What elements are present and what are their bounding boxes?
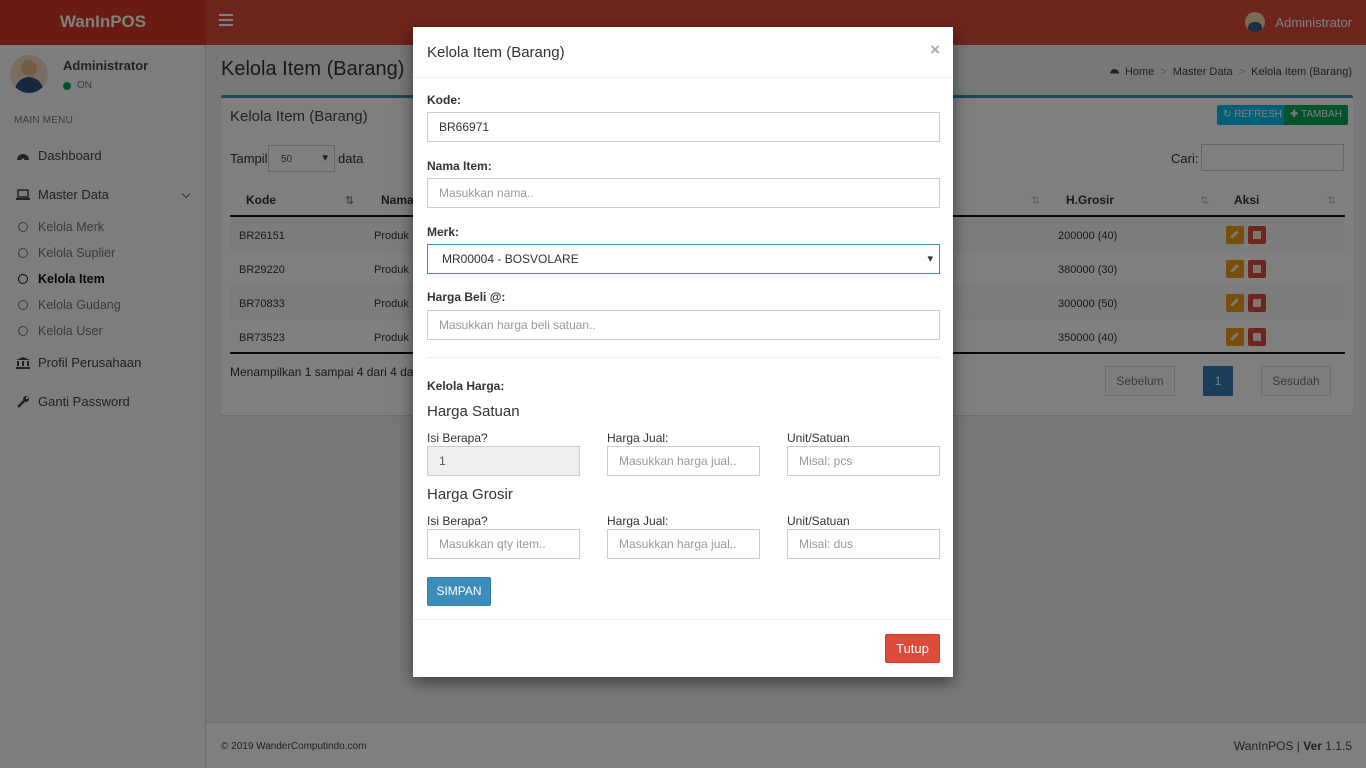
kelola-harga-label: Kelola Harga:: [427, 379, 505, 393]
nama-item-field[interactable]: Masukkan nama..: [427, 178, 940, 208]
harga-beli-label: Harga Beli @:: [427, 290, 506, 304]
grosir-isi-label: Isi Berapa?: [427, 514, 488, 528]
item-modal: Kelola Item (Barang) × Kode: BR66971 Nam…: [413, 27, 953, 677]
merk-label: Merk:: [427, 225, 460, 239]
close-icon[interactable]: ×: [930, 40, 940, 60]
satuan-unit-field[interactable]: Misal: pcs: [787, 446, 940, 476]
satuan-unit-label: Unit/Satuan: [787, 431, 850, 445]
modal-title: Kelola Item (Barang): [427, 44, 565, 61]
modal-header: Kelola Item (Barang) ×: [413, 27, 953, 78]
kode-label: Kode:: [427, 93, 461, 107]
harga-satuan-title: Harga Satuan: [427, 403, 520, 420]
grosir-harga-jual-field[interactable]: Masukkan harga jual..: [607, 529, 760, 559]
divider: [427, 357, 940, 358]
satuan-jual-label: Harga Jual:: [607, 431, 669, 445]
harga-beli-field[interactable]: Masukkan harga beli satuan..: [427, 310, 940, 340]
satuan-isi-field: 1: [427, 446, 580, 476]
close-button[interactable]: Tutup: [885, 634, 940, 663]
save-button[interactable]: SIMPAN: [427, 577, 491, 606]
nama-item-label: Nama Item:: [427, 159, 492, 173]
harga-grosir-title: Harga Grosir: [427, 486, 513, 503]
kode-field[interactable]: BR66971: [427, 112, 940, 142]
grosir-unit-field[interactable]: Misal: dus: [787, 529, 940, 559]
grosir-qty-field[interactable]: Masukkan qty item..: [427, 529, 580, 559]
satuan-harga-jual-field[interactable]: Masukkan harga jual..: [607, 446, 760, 476]
merk-select[interactable]: MR00004 - BOSVOLARE ▾: [427, 244, 940, 274]
satuan-isi-label: Isi Berapa?: [427, 431, 488, 445]
chevron-down-icon: ▾: [927, 253, 933, 265]
grosir-unit-label: Unit/Satuan: [787, 514, 850, 528]
grosir-jual-label: Harga Jual:: [607, 514, 669, 528]
modal-footer-divider: [413, 619, 953, 620]
